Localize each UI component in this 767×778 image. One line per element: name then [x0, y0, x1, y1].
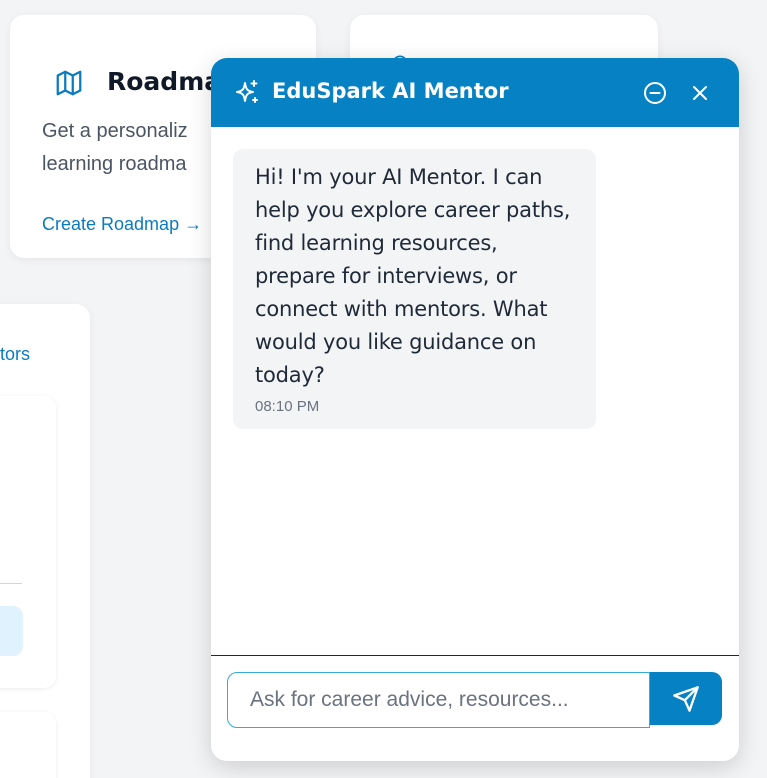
sparkles-icon — [236, 80, 258, 103]
send-icon — [673, 686, 699, 712]
mentors-link[interactable]: entors — [0, 344, 30, 365]
mentor-item — [0, 396, 56, 688]
chat-message-input[interactable] — [227, 672, 650, 728]
ai-message-bubble: Hi! I'm your AI Mentor. I can help you e… — [233, 149, 596, 429]
minimize-icon[interactable] — [643, 81, 667, 105]
ai-mentor-chat-panel: EduSpark AI Mentor Hi! I'm your AI Mento… — [211, 58, 739, 761]
chat-header: EduSpark AI Mentor — [211, 58, 739, 127]
ai-message-text: Hi! I'm your AI Mentor. I can help you e… — [255, 165, 571, 387]
mentors-card: entors — [0, 304, 90, 778]
chat-title: EduSpark AI Mentor — [272, 79, 509, 103]
message-timestamp: 08:10 PM — [255, 398, 320, 415]
send-button[interactable] — [650, 672, 722, 725]
divider — [0, 583, 22, 584]
map-icon — [56, 70, 82, 96]
mentor-action-button[interactable] — [0, 606, 23, 656]
chat-input-area — [211, 655, 739, 761]
create-roadmap-link[interactable]: Create Roadmap → — [42, 214, 202, 235]
close-icon[interactable] — [688, 81, 712, 105]
mentor-item — [0, 712, 56, 778]
